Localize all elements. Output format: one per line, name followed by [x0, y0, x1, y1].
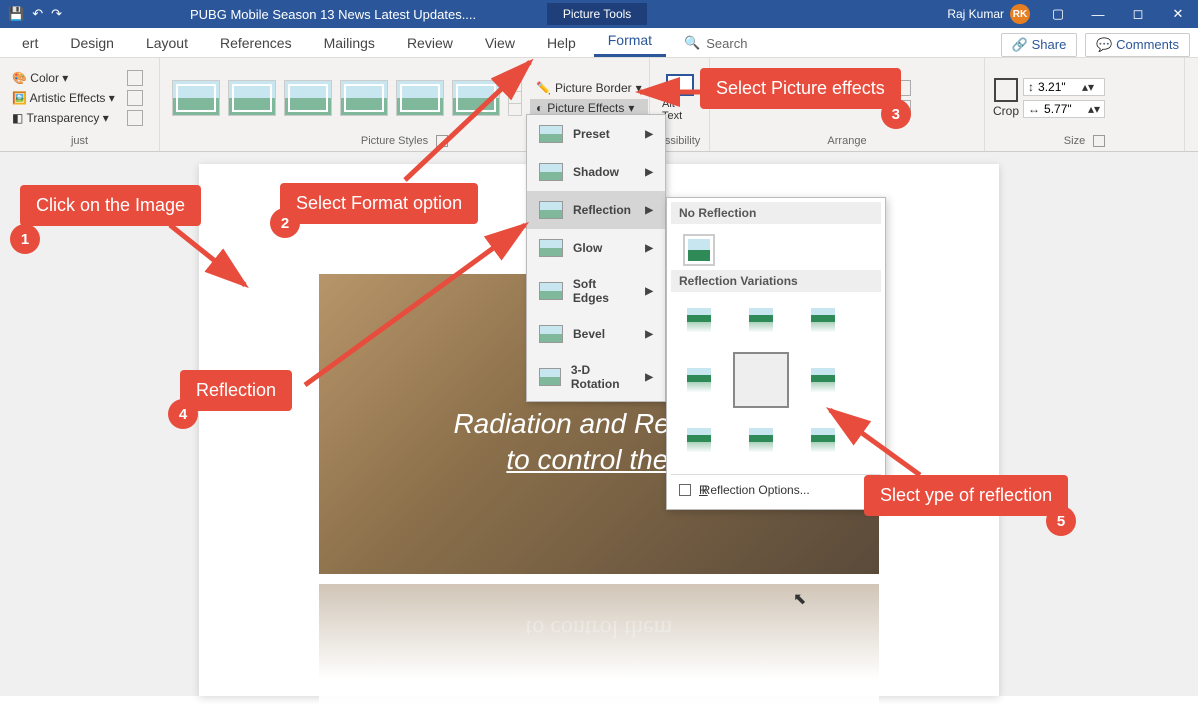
ribbon-tabs: ert Design Layout References Mailings Re…: [0, 28, 1198, 58]
width-input[interactable]: ↔ ▴▾: [1023, 100, 1105, 118]
menu-item-3d-rotation[interactable]: 3-D Rotation▶: [527, 353, 665, 401]
reflection-option-none[interactable]: [683, 234, 715, 266]
undo-icon[interactable]: ↶: [32, 6, 43, 22]
annotation-step-4: Reflection 4: [180, 370, 292, 411]
reflection-variations-label: Reflection Variations: [671, 270, 881, 292]
reflection-submenu: No Reflection Reflection Variations ⬉ RR…: [666, 197, 886, 510]
color-button[interactable]: 🎨 Color ▾: [8, 69, 119, 87]
reflection-variation[interactable]: [807, 364, 839, 396]
reflection-variation[interactable]: [745, 304, 777, 336]
height-input[interactable]: ↕ ▴▾: [1023, 78, 1105, 96]
change-icon[interactable]: [127, 90, 143, 106]
user-name: Raj Kumar: [947, 7, 1004, 21]
crop-icon: [994, 78, 1018, 102]
reset-icon[interactable]: [127, 110, 143, 126]
menu-item-glow[interactable]: Glow▶: [527, 229, 665, 267]
style-thumb[interactable]: [340, 80, 388, 116]
menu-item-soft-edges[interactable]: Soft Edges▶: [527, 267, 665, 315]
reflection-variation[interactable]: [807, 304, 839, 336]
menu-item-preset[interactable]: Preset▶: [527, 115, 665, 153]
gallery-more-icon[interactable]: [509, 104, 521, 115]
crop-button[interactable]: Crop: [993, 78, 1019, 118]
search-label: Search: [706, 36, 747, 51]
redo-icon[interactable]: ↷: [51, 6, 62, 22]
picture-styles-launcher-icon[interactable]: [436, 135, 448, 147]
tab-references[interactable]: References: [206, 29, 306, 57]
artistic-effects-button[interactable]: 🖼️ Artistic Effects ▾: [8, 89, 119, 107]
menu-item-reflection[interactable]: Reflection▶: [527, 191, 665, 229]
style-thumb[interactable]: [172, 80, 220, 116]
tab-insert[interactable]: ert: [8, 29, 52, 57]
tab-view[interactable]: View: [471, 29, 529, 57]
annotation-step-5: Slect ype of reflection 5: [864, 475, 1068, 516]
size-launcher-icon[interactable]: [1093, 135, 1105, 147]
style-thumb[interactable]: [452, 80, 500, 116]
annotation-step-1: Click on the Image 1: [20, 185, 201, 226]
user-avatar[interactable]: RK: [1010, 4, 1030, 24]
style-thumb[interactable]: [228, 80, 276, 116]
reflection-variation[interactable]: [807, 424, 839, 456]
menu-item-bevel[interactable]: Bevel▶: [527, 315, 665, 353]
picture-styles-gallery[interactable]: [168, 76, 526, 120]
tab-design[interactable]: Design: [56, 29, 128, 57]
checkbox-icon: [679, 484, 691, 496]
maximize-icon[interactable]: ◻: [1118, 0, 1158, 28]
tab-format[interactable]: Format: [594, 26, 666, 57]
compress-icon[interactable]: [127, 70, 143, 86]
save-icon[interactable]: 💾: [8, 6, 24, 22]
minimize-icon[interactable]: —: [1078, 0, 1118, 28]
transparency-button[interactable]: ◧ Transparency ▾: [8, 109, 119, 127]
style-thumb[interactable]: [396, 80, 444, 116]
style-thumb[interactable]: [284, 80, 332, 116]
reflection-options-button[interactable]: RReflection Options...: [671, 474, 881, 505]
close-icon[interactable]: ✕: [1158, 0, 1198, 28]
group-label-picture-styles: Picture Styles: [361, 133, 428, 147]
no-reflection-label: No Reflection: [671, 202, 881, 224]
picture-effects-menu: Preset▶ Shadow▶ Reflection▶ Glow▶ Soft E…: [526, 114, 666, 402]
reflection-variation[interactable]: [683, 364, 715, 396]
cursor-icon: ⬉: [793, 589, 806, 609]
menu-item-shadow[interactable]: Shadow▶: [527, 153, 665, 191]
gallery-up-icon[interactable]: [509, 81, 521, 93]
tab-review[interactable]: Review: [393, 29, 467, 57]
annotation-step-2: Select Format option 2: [280, 183, 478, 224]
group-label-adjust: just: [8, 133, 151, 147]
alt-text-icon: [666, 74, 694, 96]
reflection-variation[interactable]: [683, 304, 715, 336]
group-label-arrange: Arrange: [718, 133, 976, 147]
reflection-variation-selected[interactable]: [733, 352, 789, 408]
title-bar: 💾 ↶ ↷ PUBG Mobile Season 13 News Latest …: [0, 0, 1198, 28]
gallery-down-icon[interactable]: [509, 92, 521, 104]
comments-button[interactable]: 💬 Comments: [1085, 33, 1190, 57]
tab-help[interactable]: Help: [533, 29, 590, 57]
reflection-variation[interactable]: [683, 424, 715, 456]
ribbon-options-icon[interactable]: ▢: [1038, 0, 1078, 28]
contextual-tab-picture-tools[interactable]: Picture Tools: [547, 3, 647, 25]
tab-layout[interactable]: Layout: [132, 29, 202, 57]
share-button[interactable]: 🔗 Share: [1001, 33, 1078, 57]
tab-mailings[interactable]: Mailings: [310, 29, 389, 57]
reflection-variation[interactable]: [745, 424, 777, 456]
picture-border-button[interactable]: ✏️ Picture Border ▾: [530, 79, 648, 97]
group-label-size: Size: [1064, 133, 1085, 147]
search-box[interactable]: 🔍 Search: [670, 29, 761, 57]
document-title: PUBG Mobile Season 13 News Latest Update…: [70, 7, 547, 22]
search-icon: 🔍: [684, 35, 700, 51]
annotation-step-3: Select Picture effects 3: [700, 68, 901, 109]
